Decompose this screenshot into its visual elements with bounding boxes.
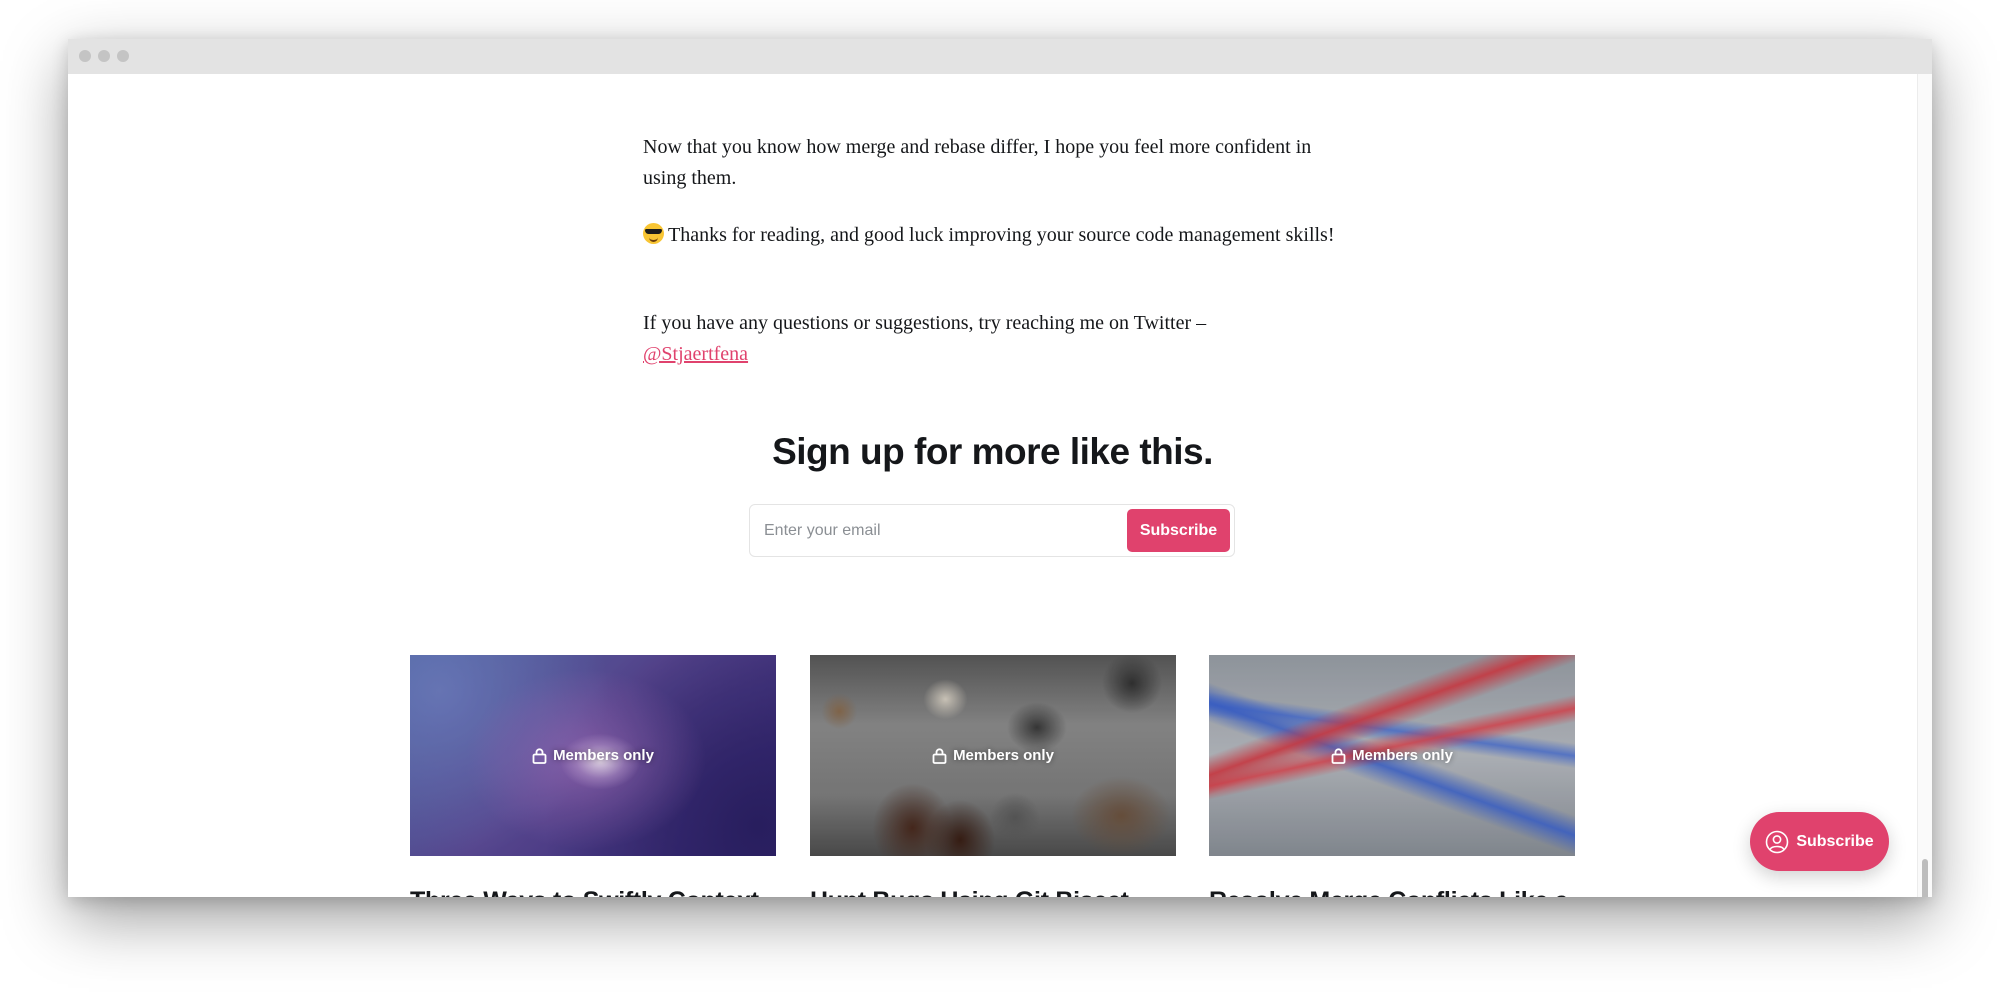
signup-heading: Sign up for more like this. <box>772 431 1213 472</box>
post-card[interactable]: Members only Hunt Bugs Using Git Bisect … <box>810 655 1176 897</box>
vertical-scrollbar[interactable] <box>1917 74 1932 897</box>
post-card[interactable]: Members only Resolve Merge Conflicts Lik… <box>1209 655 1575 897</box>
window-maximize-dot-icon[interactable] <box>117 50 129 62</box>
article-paragraph-thanks-text: Thanks for reading, and good luck improv… <box>668 224 1335 246</box>
window-close-dot-icon[interactable] <box>79 50 91 62</box>
members-only-badge: Members only <box>1209 655 1575 856</box>
members-only-label: Members only <box>553 747 654 764</box>
window-minimize-dot-icon[interactable] <box>98 50 110 62</box>
post-card-image[interactable]: Members only <box>410 655 776 856</box>
portal-subscribe-button[interactable]: Subscribe <box>1750 812 1889 871</box>
lock-icon <box>1331 747 1346 764</box>
signup-form: Subscribe <box>749 504 1235 557</box>
article-paragraph-thanks: Thanks for reading, and good luck improv… <box>643 220 1343 251</box>
article-paragraph-contact: If you have any questions or suggestions… <box>643 308 1343 370</box>
post-card[interactable]: Members only Three Ways to Swiftly Conte… <box>410 655 776 897</box>
scrollbar-thumb[interactable] <box>1922 859 1928 897</box>
browser-window: Now that you know how merge and rebase d… <box>68 39 1932 897</box>
article-paragraph-contact-text: If you have any questions or suggestions… <box>643 312 1207 334</box>
subscribe-button[interactable]: Subscribe <box>1127 509 1230 552</box>
lock-icon <box>532 747 547 764</box>
members-only-label: Members only <box>1352 747 1453 764</box>
post-card-title[interactable]: Resolve Merge Conflicts Like a Pro (usin… <box>1209 886 1575 897</box>
page-viewport: Now that you know how merge and rebase d… <box>68 74 1917 897</box>
members-only-label: Members only <box>953 747 1054 764</box>
post-card-image[interactable]: Members only <box>810 655 1176 856</box>
post-card-title[interactable]: Three Ways to Swiftly Context Switch in … <box>410 886 776 897</box>
post-card-title[interactable]: Hunt Bugs Using Git Bisect — A Sherlock … <box>810 886 1176 897</box>
user-circle-icon <box>1766 830 1789 853</box>
article-paragraph: Now that you know how merge and rebase d… <box>643 136 1312 189</box>
email-input[interactable] <box>764 515 1094 546</box>
portal-subscribe-label: Subscribe <box>1796 832 1874 850</box>
twitter-handle-link[interactable]: @Stjaertfena <box>643 343 748 365</box>
members-only-badge: Members only <box>410 655 776 856</box>
lock-icon <box>932 747 947 764</box>
post-card-image[interactable]: Members only <box>1209 655 1575 856</box>
members-only-badge: Members only <box>810 655 1176 856</box>
sunglasses-emoji-icon <box>643 223 664 244</box>
window-titlebar <box>68 39 1932 74</box>
